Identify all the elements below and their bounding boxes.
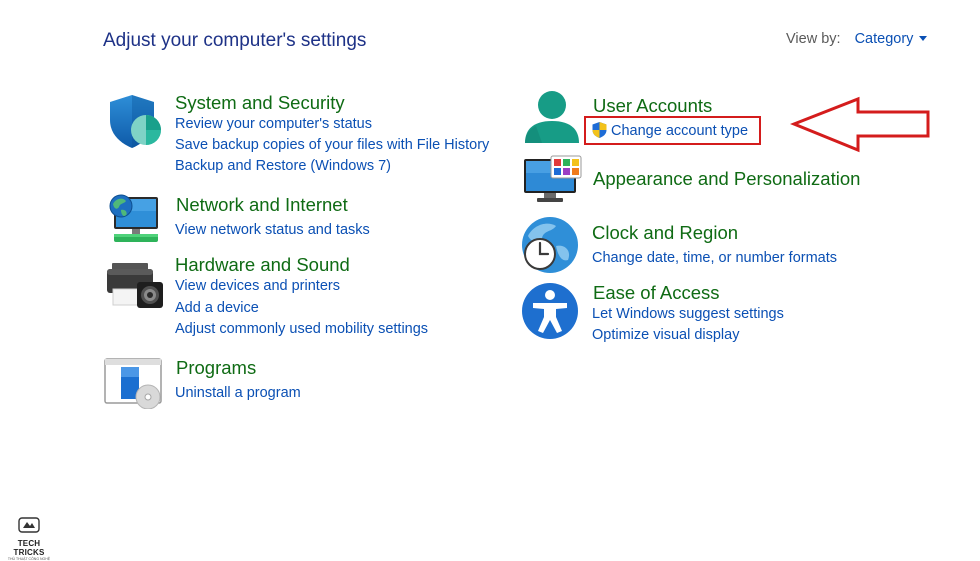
link-add-device[interactable]: Add a device [175,300,259,316]
link-date-time-formats[interactable]: Change date, time, or number formats [592,250,837,266]
user-icon [525,91,579,143]
category-user-accounts[interactable]: User Accounts [593,95,712,117]
clock-globe-icon [522,217,578,273]
watermark: TECH TRICKS THỦ THUẬT CÔNG NGHỆ [4,516,54,561]
category-clock-region[interactable]: Clock and Region [592,222,738,244]
category-ease-of-access[interactable]: Ease of Access [593,282,719,304]
category-network-internet[interactable]: Network and Internet [176,194,348,216]
view-by-value: Category [854,31,914,47]
link-backup-restore[interactable]: Backup and Restore (Windows 7) [175,158,391,174]
chevron-down-icon [919,36,928,41]
link-review-status[interactable]: Review your computer's status [175,116,372,132]
link-mobility-settings[interactable]: Adjust commonly used mobility settings [175,321,428,337]
link-file-history[interactable]: Save backup copies of your files with Fi… [175,137,489,153]
category-hardware-sound[interactable]: Hardware and Sound [175,254,350,276]
view-by: View by: Category [786,31,928,47]
link-windows-suggest[interactable]: Let Windows suggest settings [592,306,784,322]
highlight-box [584,116,761,145]
view-by-label: View by: [786,31,841,47]
accessibility-icon [522,283,578,339]
monitor-palette-icon [524,155,582,202]
watermark-name: TECH TRICKS [13,539,45,557]
network-globe-icon [109,194,158,242]
programs-icon [104,358,162,409]
watermark-tagline: THỦ THUẬT CÔNG NGHỆ [7,557,51,561]
category-system-security[interactable]: System and Security [175,92,345,114]
link-devices-printers[interactable]: View devices and printers [175,278,340,294]
pointing-arrow-icon [790,96,930,153]
category-appearance-personalization[interactable]: Appearance and Personalization [593,168,860,190]
printer-icon [107,263,163,308]
link-uninstall-program[interactable]: Uninstall a program [175,385,301,401]
category-programs[interactable]: Programs [176,357,256,379]
page-title: Adjust your computer's settings [103,30,367,51]
view-by-dropdown[interactable]: Category [855,31,928,47]
shield-icon [110,95,161,148]
link-optimize-display[interactable]: Optimize visual display [592,327,739,343]
link-network-status[interactable]: View network status and tasks [175,222,370,238]
tech-tricks-logo-icon [18,517,40,533]
